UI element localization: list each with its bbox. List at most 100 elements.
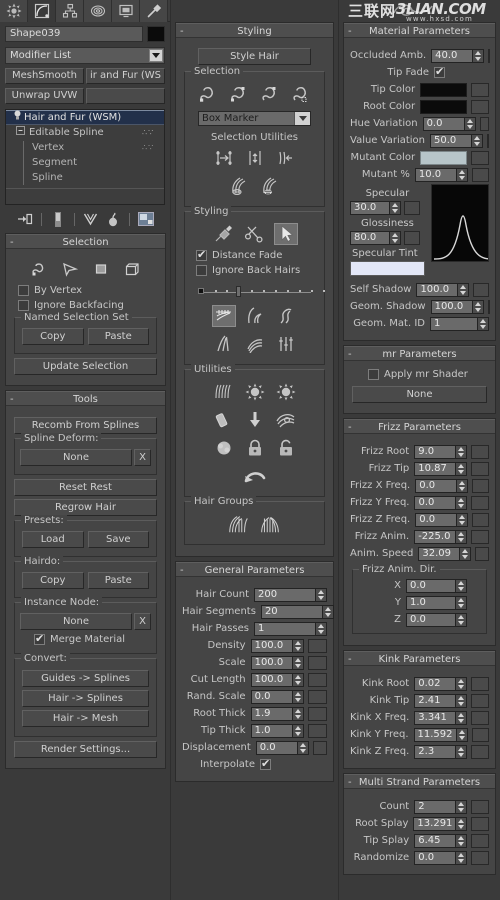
motion-tab[interactable]	[84, 0, 112, 22]
spinner-arrows[interactable]	[292, 706, 304, 721]
spinner-arrows[interactable]	[472, 299, 484, 314]
kink-tip-map-button[interactable]	[471, 693, 489, 708]
self-shadow-spinner[interactable]: 100.0	[416, 282, 470, 297]
spinner-arrows[interactable]	[457, 478, 469, 493]
update-selection-button[interactable]: Update Selection	[14, 358, 157, 375]
spinner-arrows[interactable]	[456, 612, 467, 627]
modify-tab[interactable]	[28, 0, 56, 22]
invert-selection-icon[interactable]	[212, 147, 236, 169]
frizz-anim-map-button[interactable]	[471, 529, 489, 544]
guide-element-icon[interactable]	[89, 258, 113, 280]
apply-mr-shader-row[interactable]: Apply mr Shader	[350, 367, 489, 382]
specular-map-button[interactable]	[404, 200, 420, 215]
stack-item-vertex[interactable]: Vertex ∴∵	[6, 140, 164, 155]
spinner-arrows[interactable]	[456, 833, 468, 848]
chevron-down-icon[interactable]	[294, 112, 310, 125]
mutant-color-map-button[interactable]	[470, 150, 489, 165]
tip-thick-map-button[interactable]	[307, 723, 327, 738]
named-set-paste-button[interactable]: Paste	[87, 328, 149, 345]
collapse-icon[interactable]: -	[180, 24, 184, 39]
collapse-icon[interactable]: -	[10, 235, 14, 250]
root-splay-spinner[interactable]: 13.291	[413, 816, 468, 831]
frizz-root-spinner[interactable]: 9.0	[414, 444, 468, 459]
selection-marker-dropdown[interactable]: Box Marker	[198, 111, 311, 126]
spinner-arrows[interactable]	[456, 461, 468, 476]
guide-icon[interactable]	[58, 258, 82, 280]
hairdo-copy-button[interactable]: Copy	[22, 572, 84, 589]
value-variation-map-button[interactable]	[487, 133, 490, 148]
spinner-arrows[interactable]	[456, 744, 468, 759]
spinner-arrows[interactable]	[464, 116, 476, 131]
root-color-map-button[interactable]	[470, 99, 489, 114]
hairbrush-icon[interactable]	[212, 223, 236, 245]
by-vertex-row[interactable]: By Vertex	[12, 283, 159, 298]
tip-fade-checkbox[interactable]	[434, 65, 445, 78]
pin-stack-icon[interactable]	[16, 210, 34, 228]
spinner-arrows[interactable]	[456, 578, 467, 593]
object-name-field[interactable]: Shape039	[5, 26, 143, 42]
scale-hair-icon[interactable]	[212, 333, 236, 355]
frizz-tip-spinner[interactable]: 10.87	[414, 461, 468, 476]
spinner-arrows[interactable]	[456, 799, 468, 814]
collapse-icon[interactable]: -	[348, 420, 352, 435]
spinner-arrows[interactable]	[478, 316, 489, 331]
specular-spinner[interactable]: 30.0	[350, 200, 401, 215]
spinner-arrows[interactable]	[297, 740, 309, 755]
frizz-z-freq-map-button[interactable]	[472, 512, 489, 527]
display-tab[interactable]	[112, 0, 140, 22]
toggle-collisions-icon[interactable]	[243, 409, 267, 431]
kink-y-freq-map-button[interactable]	[471, 727, 489, 742]
spinner-arrows[interactable]	[456, 529, 468, 544]
root-thick-map-button[interactable]	[307, 706, 327, 721]
displacement-map-button[interactable]	[312, 740, 327, 755]
collapse-icon[interactable]: -	[348, 24, 352, 39]
collapse-icon[interactable]: -	[348, 652, 352, 667]
rand-scale-spinner[interactable]: 0.0	[250, 689, 304, 704]
spinner-arrows[interactable]	[457, 512, 469, 527]
tip-splay-spinner[interactable]: 6.45	[414, 833, 468, 848]
hair-passes-spinner[interactable]: 1	[254, 621, 327, 636]
spline-deform-clear-button[interactable]: X	[134, 449, 151, 466]
hair-count-spinner[interactable]: 200	[254, 587, 327, 602]
spinner-arrows[interactable]	[292, 723, 304, 738]
spinner-arrows[interactable]	[292, 689, 304, 704]
root-splay-map-button[interactable]	[471, 816, 489, 831]
styling-rollout-title[interactable]: - Styling	[176, 23, 333, 38]
spinner-arrows[interactable]	[292, 638, 304, 653]
merge-material-row[interactable]: Merge Material	[20, 632, 151, 647]
preset-save-button[interactable]: Save	[87, 531, 149, 548]
collapse-icon[interactable]: -	[348, 347, 352, 362]
modifier-button-unwrap-uvw[interactable]: Unwrap UVW	[5, 88, 84, 104]
spinner-arrows[interactable]	[390, 200, 401, 215]
scissors-icon[interactable]	[243, 223, 267, 245]
root-color-swatch[interactable]	[420, 99, 467, 114]
translate-hair-icon[interactable]	[211, 305, 236, 327]
spinner-arrows[interactable]	[456, 444, 468, 459]
modifier-stack[interactable]: Hair and Fur (WSM) Editable Spline ∴∵ Ve…	[5, 109, 165, 205]
stack-item-spline[interactable]: Spline	[6, 170, 164, 185]
frizz-dir-x-spinner[interactable]: 0.0	[406, 578, 467, 593]
mr-parameters-title[interactable]: - mr Parameters	[344, 346, 495, 361]
hair-segments-spinner[interactable]: 20	[260, 604, 334, 619]
stack-item-segment[interactable]: Segment	[6, 155, 164, 170]
select-arrow-icon[interactable]	[273, 223, 298, 245]
utilities-tab[interactable]	[140, 0, 168, 22]
reset-rest-icon[interactable]	[212, 409, 236, 431]
occluded-amb-map-button[interactable]	[488, 48, 491, 63]
frizz-anim-spinner[interactable]: -225.0	[414, 529, 468, 544]
frizz-y-freq-map-button[interactable]	[471, 495, 489, 510]
create-tab[interactable]	[0, 0, 28, 22]
tip-splay-map-button[interactable]	[471, 833, 489, 848]
stand-hair-icon[interactable]	[243, 305, 267, 327]
kink-root-map-button[interactable]	[471, 676, 489, 691]
spinner-arrows[interactable]	[390, 230, 401, 245]
mr-shader-slot[interactable]: None	[352, 386, 487, 403]
select-whole-guide-icon[interactable]	[227, 83, 251, 105]
geom-mat-id-spinner[interactable]: 1	[430, 316, 489, 331]
count-spinner[interactable]: 2	[414, 799, 468, 814]
count-map-button[interactable]	[471, 799, 489, 814]
make-unique-icon[interactable]	[82, 210, 100, 228]
frizz-x-freq-map-button[interactable]	[472, 478, 489, 493]
kink-z-freq-map-button[interactable]	[471, 744, 489, 759]
frizz-y-freq-spinner[interactable]: 0.0	[414, 495, 468, 510]
